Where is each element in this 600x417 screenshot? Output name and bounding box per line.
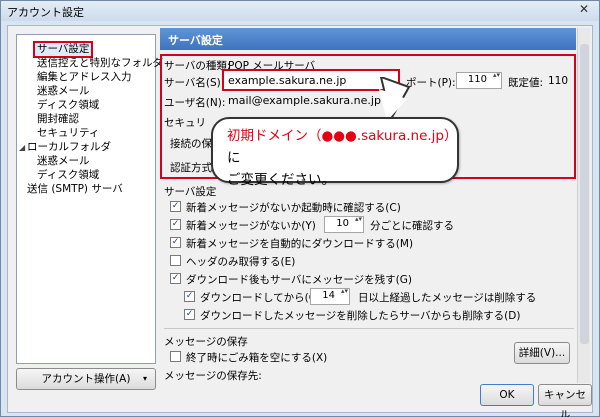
tree-item-security[interactable]: セキュリティ xyxy=(37,127,99,140)
callout-domain-text: 初期ドメイン（●●●.sakura.ne.jp） xyxy=(227,128,458,144)
delete-from-server-label: ダウンロードしたメッセージを削除したらサーバからも削除する(D) xyxy=(200,310,521,322)
account-tree: サーバ設定 送信控えと特別なフォルダ 編集とアドレス入力 迷惑メール ディスク領… xyxy=(16,34,163,364)
cancel-button[interactable]: キャンセル xyxy=(538,384,592,417)
tree-item-return-receipts[interactable]: 開封確認 xyxy=(37,113,79,126)
tree-item-junk[interactable]: 迷惑メール xyxy=(37,85,90,98)
auth-method-label: 認証方式 xyxy=(170,162,212,174)
check-interval-checkbox[interactable]: ✓ xyxy=(170,219,181,230)
leave-on-server-checkbox[interactable]: ✓ xyxy=(170,273,181,284)
callout-instruction-text: ご変更ください。 xyxy=(227,172,335,188)
empty-trash-label: 終了時にごみ箱を空にする(X) xyxy=(186,352,328,364)
leave-on-server-label: ダウンロード後もサーバにメッセージを残す(G) xyxy=(186,274,413,286)
check-on-startup-label: 新着メッセージがないか起動時に確認する(C) xyxy=(186,202,401,214)
auto-download-checkbox[interactable]: ✓ xyxy=(170,237,181,248)
expand-icon[interactable]: ◢ xyxy=(19,143,25,152)
keep-days-spinner[interactable]: 14 xyxy=(310,287,350,305)
account-actions-label: アカウント操作(A) xyxy=(41,373,131,385)
delete-from-server-checkbox[interactable]: ✓ xyxy=(184,309,195,320)
check-interval-spinner[interactable]: 10 xyxy=(324,215,364,233)
keep-days-suffix: 日以上経過したメッセージは削除する xyxy=(358,292,537,304)
storage-location-label: メッセージの保存先: xyxy=(164,370,262,382)
port-label: ポート(P): xyxy=(406,77,456,89)
headers-only-checkbox[interactable] xyxy=(170,255,181,266)
port-spinner[interactable]: 110 xyxy=(456,71,502,89)
tree-item-smtp-server[interactable]: 送信 (SMTP) サーバ xyxy=(27,183,123,196)
callout-particle-text: に xyxy=(227,150,241,166)
account-settings-window: アカウント設定 ✕ サーバ設定 送信控えと特別なフォルダ 編集とアドレス入力 迷… xyxy=(0,0,600,417)
tree-item-copies-folders[interactable]: 送信控えと特別なフォルダ xyxy=(37,57,163,70)
dialog-body: サーバ設定 送信控えと特別なフォルダ 編集とアドレス入力 迷惑メール ディスク領… xyxy=(7,25,593,417)
empty-trash-checkbox[interactable] xyxy=(170,351,181,362)
account-actions-button[interactable]: アカウント操作(A) ▾ xyxy=(16,368,156,390)
settings-pane: サーバ設定 サーバの種類: POP メールサーバ サーバ名(S): exampl… xyxy=(160,28,590,408)
tree-item-disk-space[interactable]: ディスク領域 xyxy=(37,99,99,112)
check-interval-suffix: 分ごとに確認する xyxy=(370,220,454,232)
vertical-scrollbar[interactable] xyxy=(577,28,590,383)
callout-text: 初期ドメイン（●●●.sakura.ne.jp） に ご変更ください。 xyxy=(227,125,457,191)
callout-pointer xyxy=(379,77,411,121)
auto-download-label: 新着メッセージを自動的にダウンロードする(M) xyxy=(186,238,414,250)
scrollbar-thumb[interactable] xyxy=(580,44,589,344)
divider xyxy=(164,328,574,329)
tree-item-server-settings[interactable]: サーバ設定 xyxy=(33,41,94,58)
server-name-input[interactable]: example.sakura.ne.jp xyxy=(222,69,400,91)
tree-item-local-junk[interactable]: 迷惑メール xyxy=(37,155,90,168)
delete-after-days-checkbox[interactable]: ✓ xyxy=(184,291,195,302)
dropdown-arrow-icon: ▾ xyxy=(142,374,147,383)
ok-button[interactable]: OK xyxy=(480,384,534,406)
message-storage-section-label: メッセージの保存 xyxy=(164,336,248,348)
check-on-startup-checkbox[interactable]: ✓ xyxy=(170,201,181,212)
pane-header: サーバ設定 xyxy=(160,28,576,50)
server-name-label: サーバ名(S): xyxy=(164,77,225,89)
tree-item-local-folders[interactable]: ローカルフォルダ xyxy=(27,141,111,154)
security-group-label: セキュリ xyxy=(164,117,206,129)
delete-after-days-label: ダウンロードしてから(O) xyxy=(200,292,322,304)
tree-item-composition[interactable]: 編集とアドレス入力 xyxy=(37,71,132,84)
default-port-value: 110 xyxy=(548,75,569,87)
window-title: アカウント設定 xyxy=(7,6,84,19)
details-button[interactable]: 詳細(V)... xyxy=(514,342,570,364)
callout-bubble: 初期ドメイン（●●●.sakura.ne.jp） に ご変更ください。 xyxy=(211,117,459,188)
server-settings-section-label: サーバ設定 xyxy=(164,186,217,198)
close-icon[interactable]: ✕ xyxy=(575,2,593,18)
user-name-label: ユーザ名(N): xyxy=(164,97,226,109)
title-bar: アカウント設定 ✕ xyxy=(1,1,599,21)
connection-security-label: 接続の保 xyxy=(170,138,212,150)
default-port-label: 既定値: xyxy=(508,77,544,89)
user-name-value[interactable]: mail@example.sakura.ne.jp xyxy=(228,94,381,107)
headers-only-label: ヘッダのみ取得する(E) xyxy=(186,256,296,268)
server-type-label: サーバの種類: xyxy=(164,60,231,72)
check-interval-label: 新着メッセージがないか(Y) xyxy=(186,220,316,232)
tree-item-local-disk-space[interactable]: ディスク領域 xyxy=(37,169,99,182)
